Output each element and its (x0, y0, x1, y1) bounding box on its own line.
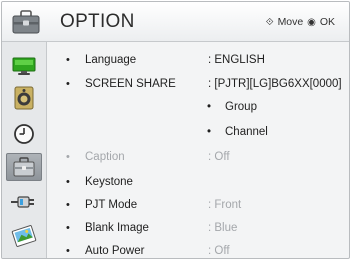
screen-share-value: : [PJTR][LG]BG6XX[0000] (208, 78, 342, 90)
pjt-mode-value: : Front (208, 199, 242, 211)
menu-item-pjt-mode[interactable]: • PJT Mode : Front (47, 194, 349, 218)
bullet: • (66, 78, 70, 90)
sidebar-item-option[interactable] (6, 153, 42, 181)
ok-hint-label: OK (319, 16, 335, 28)
menu-item-screen-share[interactable]: • SCREEN SHARE : [PJTR][LG]BG6XX[0000] (47, 73, 349, 97)
bullet: • (66, 176, 70, 188)
bullet: • (207, 126, 212, 138)
navigation-hint: ⟐ Move ◉ OK (265, 16, 335, 28)
option-toolbox-icon (13, 157, 35, 177)
toolbox-icon (11, 9, 41, 35)
bullet: • (66, 199, 70, 211)
bullet: • (66, 245, 70, 257)
language-label: Language (85, 54, 137, 66)
menu-item-blank-image[interactable]: • Blank Image : Blue (47, 217, 349, 241)
page-title: OPTION (60, 11, 135, 32)
screen-share-label: SCREEN SHARE (85, 78, 176, 90)
ok-icon: ◉ (307, 17, 316, 28)
menu-item-language[interactable]: • Language : ENGLISH (47, 49, 349, 73)
menu-item-auto-power[interactable]: • Auto Power : Off (47, 240, 349, 258)
move-hint-label: Move (277, 16, 304, 28)
blank-image-value: : Blue (208, 222, 238, 234)
pjt-mode-label: PJT Mode (85, 199, 138, 211)
picture-icon (12, 57, 36, 75)
sidebar-item-media[interactable] (6, 222, 42, 250)
option-menu-window: OPTION ⟐ Move ◉ OK • Language: ENGLISH … (1, 1, 350, 259)
auto-power-label: Auto Power (85, 245, 145, 257)
language-value: : ENGLISH (208, 54, 265, 66)
option-menu-list: • Language : ENGLISH • SCREEN SHARE : [P… (47, 42, 349, 258)
input-plug-icon (11, 196, 34, 208)
caption-value: : Off (208, 151, 230, 163)
menu-header: OPTION ⟐ Move ◉ OK (2, 2, 349, 42)
media-photo-icon (11, 225, 37, 247)
sidebar-item-input[interactable] (6, 188, 42, 216)
bullet: • (66, 151, 70, 163)
group-label: Group (225, 101, 257, 113)
sidebar-item-time[interactable] (6, 120, 42, 148)
audio-icon (14, 86, 34, 110)
sidebar-item-picture[interactable] (6, 52, 42, 80)
blank-image-label: Blank Image (85, 222, 149, 234)
auto-power-value: : Off (208, 245, 230, 257)
menu-item-keystone[interactable]: • Keystone (47, 171, 349, 195)
move-icon: ⟐ (265, 17, 274, 28)
channel-label: Channel (225, 126, 268, 138)
caption-label: Caption (85, 151, 125, 163)
bullet: • (66, 54, 70, 66)
category-sidebar (2, 42, 47, 258)
keystone-label: Keystone (85, 176, 133, 188)
bullet: • (207, 101, 212, 113)
sidebar-item-audio[interactable] (6, 84, 42, 112)
bullet: • (66, 222, 70, 234)
clock-icon (14, 124, 34, 144)
menu-item-caption: • Caption : Off (47, 146, 349, 170)
